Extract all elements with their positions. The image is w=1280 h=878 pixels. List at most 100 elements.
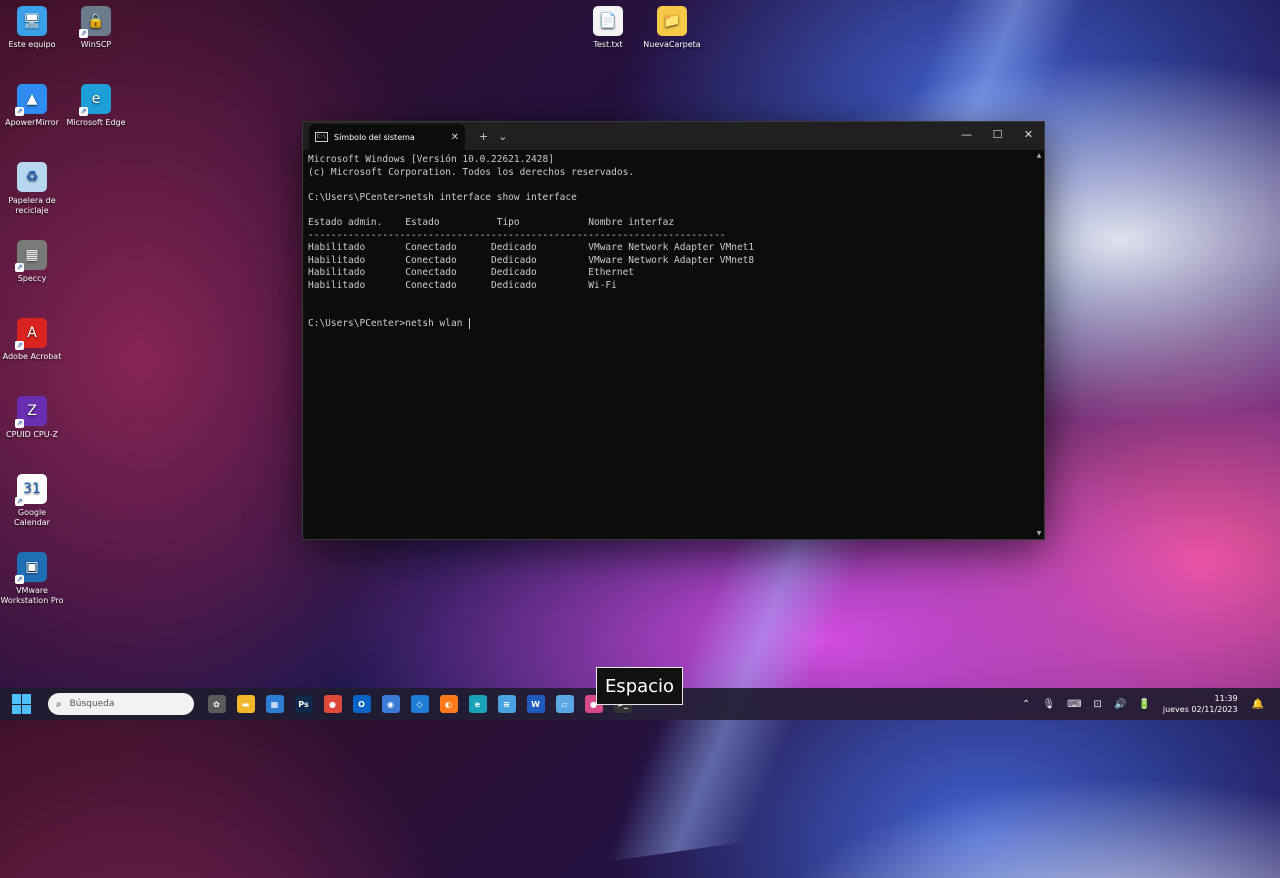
taskbar-search[interactable]: ⌕ Búsqueda — [48, 693, 194, 715]
vmware-workstation-pro-icon: ▣ ↗ — [15, 552, 47, 584]
new-tab-button[interactable]: + — [479, 130, 488, 143]
scroll-up-icon[interactable]: ▲ — [1035, 152, 1043, 159]
desktop-icon-este-equipo[interactable]: 🖥 Este equipo — [0, 6, 64, 50]
console-line: Habilitado Conectado Dedicado VMware Net… — [308, 254, 755, 266]
shortcut-arrow-icon: ↗ — [15, 419, 24, 428]
speccy-icon: ▦ ↗ — [15, 240, 47, 272]
clock[interactable]: 11:39 jueves 02/11/2023 — [1163, 693, 1238, 715]
desktop-icon-label: ApowerMirror — [5, 118, 59, 127]
desktop-icon-speccy[interactable]: ▦ ↗ Speccy — [0, 240, 64, 284]
desktop-icon-google-calendar[interactable]: 31 ↗ Google Calendar — [0, 474, 64, 528]
desktop-icon-label: Test.txt — [593, 40, 623, 49]
shortcut-arrow-icon: ↗ — [79, 29, 88, 38]
desktop-icon-vmware-workstation-pro[interactable]: ▣ ↗ VMware Workstation Pro — [0, 552, 64, 606]
tab-dropdown-button[interactable]: ⌄ — [498, 130, 507, 143]
console-line: (c) Microsoft Corporation. Todos los der… — [308, 166, 635, 178]
taskbar-file-explorer-icon[interactable]: ▬ — [236, 695, 255, 713]
shortcut-arrow-icon: ↗ — [15, 341, 24, 350]
console-line: Estado admin. Estado Tipo Nombre interfa… — [308, 216, 675, 228]
shortcut-arrow-icon: ↗ — [15, 107, 24, 116]
volume-icon[interactable]: 🔊 — [1114, 699, 1126, 710]
taskbar-apps: ✿▬▦Ps●O◉◇◐e≡W▱●>_ — [202, 695, 637, 713]
taskbar-notepad-icon[interactable]: ≡ — [497, 695, 516, 713]
desktop-icon-label: Speccy — [17, 274, 47, 283]
taskbar-edge-icon[interactable]: e — [468, 695, 487, 713]
console-prompt-line[interactable]: C:\Users\PCenter>netsh wlan — [308, 317, 1032, 331]
taskbar-vscode-icon[interactable]: ◇ — [410, 695, 429, 713]
desktop-icon-label: Google Calendar — [14, 508, 50, 527]
winscp-icon: 🔒 ↗ — [79, 6, 111, 38]
taskbar-photoshop-icon[interactable]: Ps — [294, 695, 313, 713]
desktop-icon-adobe-acrobat[interactable]: A ↗ Adobe Acrobat — [0, 318, 64, 362]
desktop-icon-label: Papelera de reciclaje — [8, 196, 56, 215]
console-line: Habilitado Conectado Dedicado VMware Net… — [308, 242, 755, 254]
microsoft-edge-icon: e ↗ — [79, 84, 111, 116]
desktop-icon-test-txt[interactable]: 📄 Test.txt — [576, 6, 640, 50]
scrollbar[interactable]: ▲ ▼ — [1035, 152, 1043, 537]
tab-simbolo-del-sistema[interactable]: C:\ Símbolo del sistema ✕ — [309, 124, 465, 150]
desktop-icon-nuevacarpeta[interactable]: 📁 NuevaCarpeta — [640, 6, 704, 50]
minimize-button[interactable]: — — [951, 122, 982, 150]
papelera-de-reciclaje-icon: ♻ — [17, 162, 47, 192]
network-icon[interactable]: ⊡ — [1094, 699, 1102, 710]
chevron-up-icon[interactable]: ⌃ — [1022, 699, 1030, 710]
cmd-icon: C:\ — [315, 132, 328, 142]
desktop-icon-label: NuevaCarpeta — [643, 40, 701, 49]
shortcut-arrow-icon: ↗ — [15, 575, 24, 584]
adobe-acrobat-icon: A ↗ — [15, 318, 47, 350]
desktop-icon-label: Adobe Acrobat — [2, 352, 62, 361]
taskbar-microsoft-store-icon[interactable]: ▦ — [265, 695, 284, 713]
este-equipo-icon: 🖥 — [17, 6, 47, 36]
keyboard-icon[interactable]: ⌨ — [1067, 699, 1081, 710]
taskbar-chrome-icon[interactable]: ● — [323, 695, 342, 713]
desktop-icon-label: WinSCP — [80, 40, 112, 49]
taskbar-word-icon[interactable]: W — [526, 695, 545, 713]
console-line: Microsoft Windows [Versión 10.0.22621.24… — [308, 154, 554, 165]
window-controls: — ☐ ✕ — [951, 122, 1044, 150]
start-button[interactable] — [12, 694, 32, 714]
console-line: ----------------------------------------… — [308, 229, 726, 241]
notification-icon[interactable]: 🔔 — [1252, 699, 1264, 710]
shortcut-arrow-icon: ↗ — [15, 263, 24, 272]
google-calendar-icon: 31 ↗ — [15, 474, 47, 506]
scroll-down-icon[interactable]: ▼ — [1035, 530, 1043, 537]
console-line: Habilitado Conectado Dedicado Wi-Fi — [308, 279, 617, 291]
terminal-titlebar[interactable]: C:\ Símbolo del sistema ✕ + ⌄ — ☐ ✕ — [303, 122, 1044, 150]
battery-icon[interactable]: 🔋 — [1138, 699, 1150, 710]
cpuid-cpu-z-icon: Z ↗ — [15, 396, 47, 428]
system-tray: ⌃ 🎙 ⌨ ⊡ 🔊 🔋 11:39 jueves 02/11/2023 🔔 — [1016, 688, 1270, 720]
taskbar-copilot-icon[interactable]: ◉ — [381, 695, 400, 713]
taskbar-outlook-icon[interactable]: O — [352, 695, 371, 713]
desktop-icon-label: Microsoft Edge — [66, 118, 126, 127]
desktop-icon-papelera-de-reciclaje[interactable]: ♻ Papelera de reciclaje — [0, 162, 64, 216]
desktop-icon-label: Este equipo — [8, 40, 56, 49]
close-tab-icon[interactable]: ✕ — [451, 132, 459, 143]
desktop-icon-apowermirror[interactable]: ▲ ↗ ApowerMirror — [0, 84, 64, 128]
taskbar-firefox-icon[interactable]: ◐ — [439, 695, 458, 713]
terminal-window[interactable]: C:\ Símbolo del sistema ✕ + ⌄ — ☐ ✕ Micr… — [302, 121, 1045, 540]
maximize-button[interactable]: ☐ — [982, 122, 1013, 150]
taskbar-chatgpt-app-icon[interactable]: ✿ — [207, 695, 226, 713]
desktop-icon-label: CPUID CPU-Z — [6, 430, 58, 439]
desktop-icon-cpuid-cpu-z[interactable]: Z ↗ CPUID CPU-Z — [0, 396, 64, 440]
text-cursor — [469, 317, 471, 329]
search-placeholder: Búsqueda — [69, 699, 115, 709]
console-output[interactable]: Microsoft Windows [Versión 10.0.22621.24… — [308, 154, 1032, 330]
tab-title: Símbolo del sistema — [334, 132, 415, 142]
desktop-icon-microsoft-edge[interactable]: e ↗ Microsoft Edge — [64, 84, 128, 128]
console-line: C:\Users\PCenter>netsh interface show in… — [308, 191, 577, 203]
clock-time: 11:39 — [1214, 694, 1238, 703]
shortcut-arrow-icon: ↗ — [79, 107, 88, 116]
nuevacarpeta-icon: 📁 — [657, 6, 687, 36]
close-window-button[interactable]: ✕ — [1013, 122, 1044, 150]
shortcut-arrow-icon: ↗ — [15, 497, 24, 506]
taskbar-remote-desktop-icon[interactable]: ▱ — [555, 695, 574, 713]
apowermirror-icon: ▲ ↗ — [15, 84, 47, 116]
desktop-icon-winscp[interactable]: 🔒 ↗ WinSCP — [64, 6, 128, 50]
microphone-icon[interactable]: 🎙 — [1042, 699, 1055, 710]
console-line: Habilitado Conectado Dedicado Ethernet — [308, 267, 635, 279]
